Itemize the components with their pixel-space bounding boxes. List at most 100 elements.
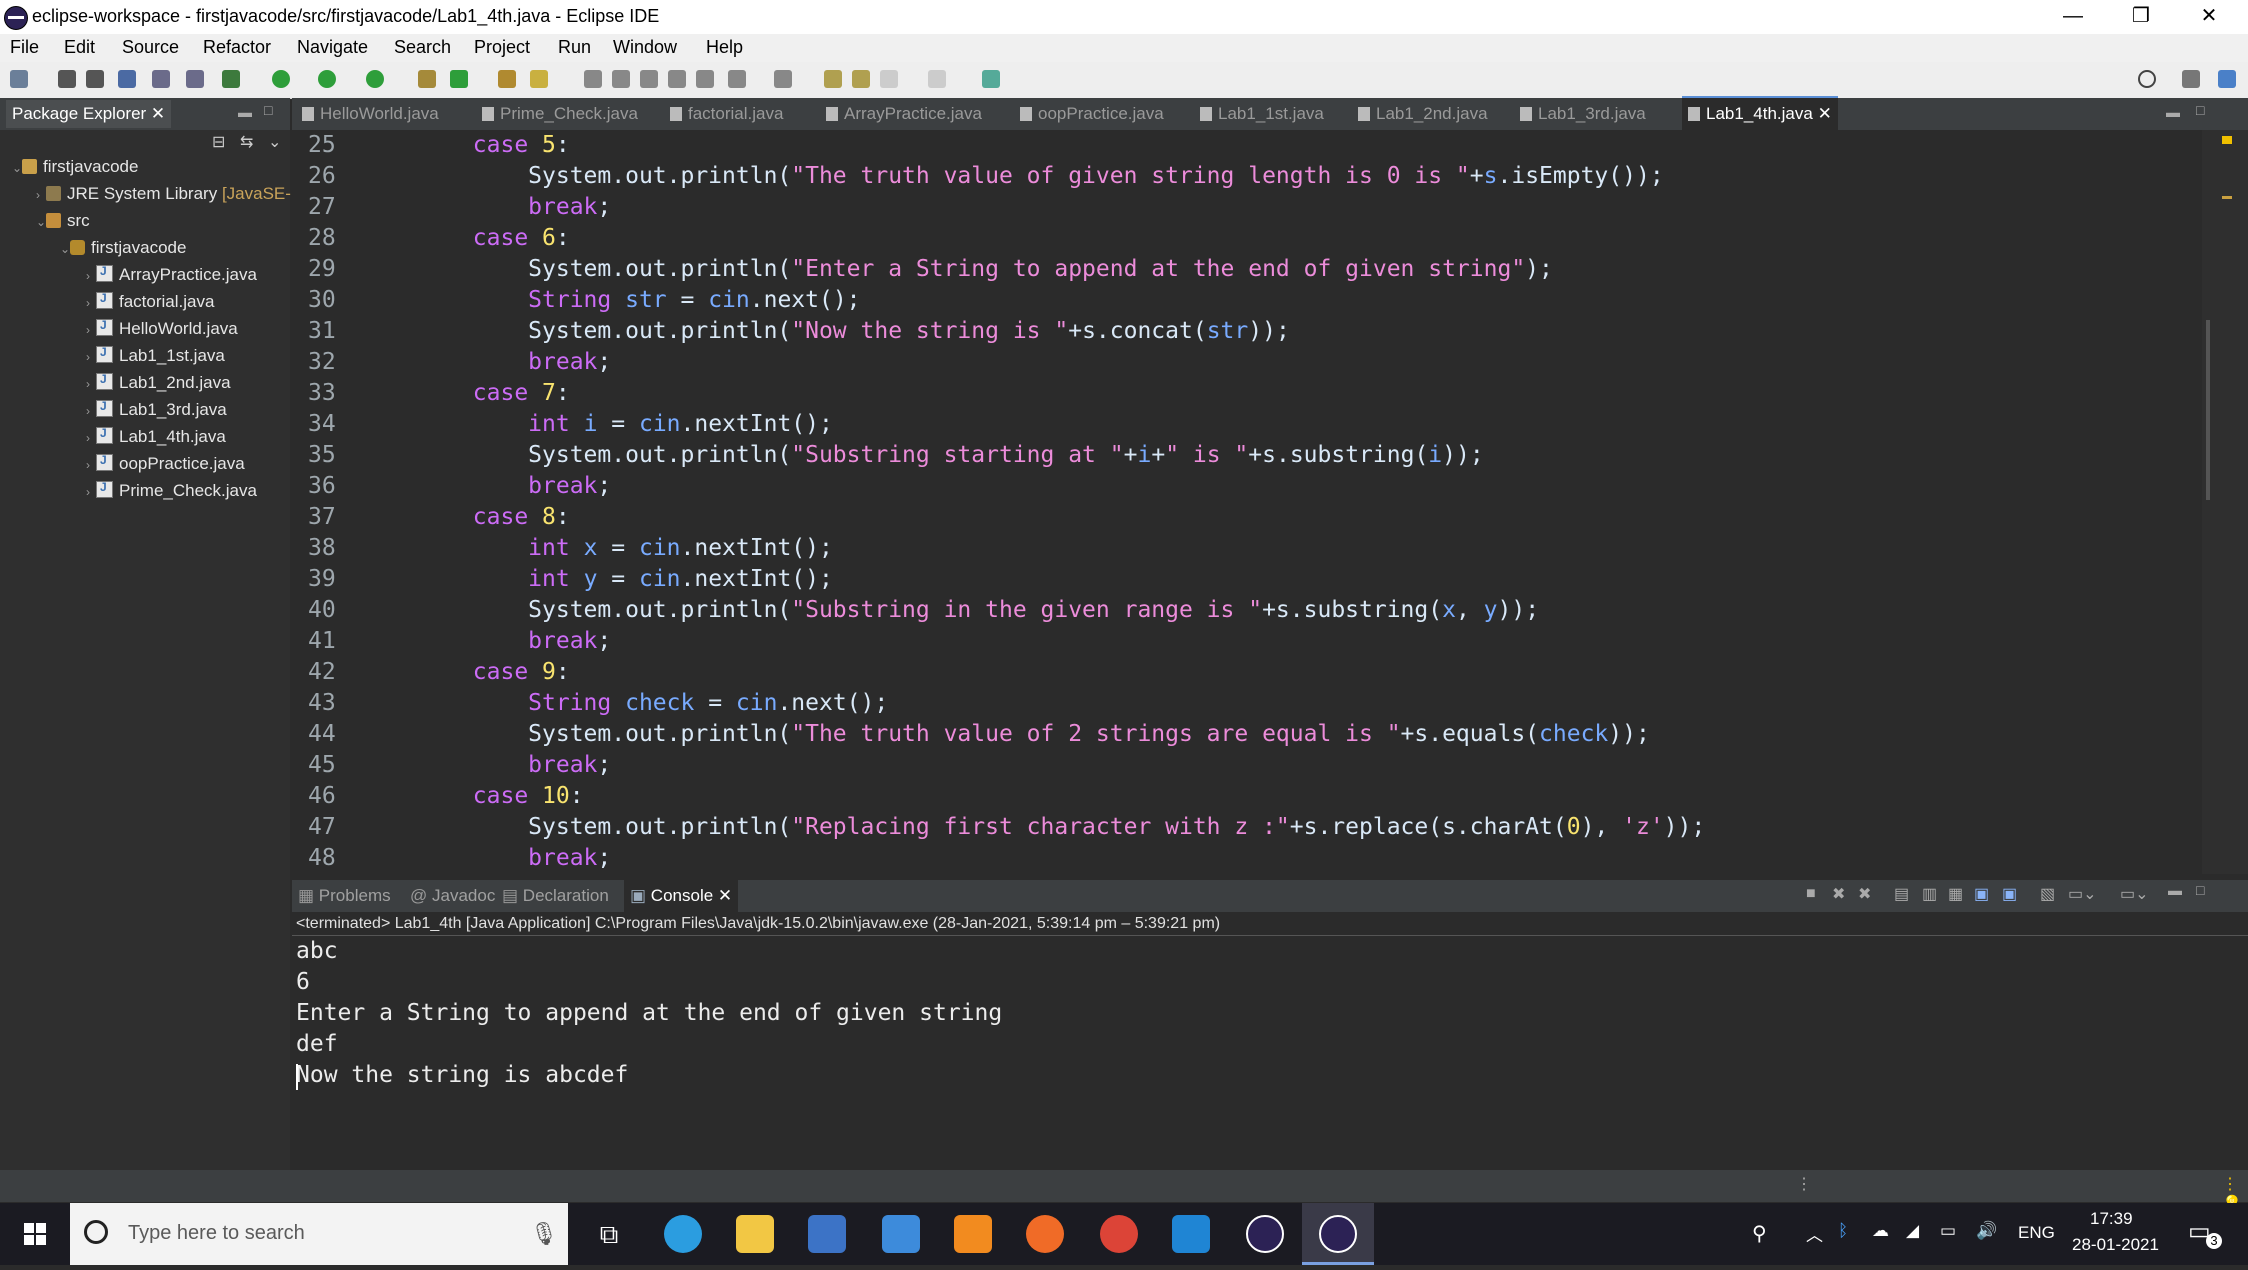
minimize-editor-icon[interactable]: ▬ — [2166, 104, 2180, 120]
tab-console[interactable]: ▣ Console ✕ — [624, 880, 739, 912]
maximize-editor-icon[interactable]: □ — [2196, 102, 2204, 118]
code-line[interactable]: break; — [362, 192, 611, 223]
code-line[interactable]: break; — [362, 471, 611, 502]
tree-item-file[interactable]: ›oopPractice.java — [86, 453, 245, 474]
tree-item-file[interactable]: ›ArrayPractice.java — [86, 264, 257, 285]
edge-icon[interactable] — [664, 1215, 702, 1253]
editor-tab[interactable]: Lab1_1st.java — [1200, 98, 1324, 130]
new-icon[interactable] — [10, 70, 28, 88]
menu-navigate[interactable]: Navigate — [297, 37, 368, 58]
menu-project[interactable]: Project — [474, 37, 530, 58]
code-line[interactable]: System.out.println("Replacing first char… — [362, 812, 1705, 843]
editor-tab[interactable]: Prime_Check.java — [482, 98, 638, 130]
code-line[interactable]: System.out.println("The truth value of 2… — [362, 719, 1650, 750]
code-line[interactable]: case 9: — [362, 657, 570, 688]
tree-item-src[interactable]: ⌄ src — [36, 211, 90, 231]
tab-problems[interactable]: ▦ Problems — [298, 880, 391, 912]
menu-source[interactable]: Source — [122, 37, 179, 58]
editor-tab[interactable]: Lab1_3rd.java — [1520, 98, 1646, 130]
code-line[interactable]: case 7: — [362, 378, 570, 409]
show-hidden-icons-icon[interactable]: ︿ — [1806, 1221, 1823, 1246]
clock-time[interactable]: 17:39 — [2090, 1209, 2133, 1229]
last-edit-icon[interactable] — [824, 70, 842, 88]
volume-icon[interactable]: 🔊 — [1976, 1221, 1997, 1241]
view-menu-icon[interactable]: ⌄ — [268, 132, 281, 152]
maximize-view-icon[interactable]: □ — [264, 102, 272, 118]
wifi-icon[interactable]: ◢ — [1906, 1221, 1919, 1241]
console-output[interactable]: abc 6 Enter a String to append at the en… — [292, 936, 2248, 1168]
start-button[interactable] — [0, 1203, 70, 1265]
search-icon[interactable] — [2138, 70, 2156, 88]
code-line[interactable]: System.out.println("Enter a String to ap… — [362, 254, 1553, 285]
code-line[interactable]: break; — [362, 626, 611, 657]
run-icon[interactable] — [272, 70, 290, 88]
debug-icon[interactable] — [222, 70, 240, 88]
code-line[interactable]: System.out.println("Substring starting a… — [362, 440, 1484, 471]
save-all-icon[interactable] — [86, 70, 104, 88]
open-type-icon[interactable] — [498, 70, 516, 88]
close-icon[interactable]: ✕ — [718, 886, 732, 905]
new-java-project-icon[interactable] — [418, 70, 436, 88]
search-tool-icon[interactable] — [530, 70, 548, 88]
code-line[interactable]: case 8: — [362, 502, 570, 533]
menu-edit[interactable]: Edit — [64, 37, 95, 58]
show-whitespace-icon[interactable] — [696, 70, 714, 88]
pin-editor-icon[interactable] — [982, 70, 1000, 88]
clock-date[interactable]: 28-01-2021 — [2072, 1235, 2159, 1255]
onedrive-icon[interactable]: ☁ — [1872, 1221, 1889, 1241]
code-line[interactable]: int i = cin.nextInt(); — [362, 409, 833, 440]
toggle-mark-icon[interactable] — [584, 70, 602, 88]
eclipse-icon[interactable] — [1246, 1215, 1284, 1253]
prev-annotation-icon[interactable] — [774, 70, 792, 88]
clear-console-icon[interactable]: ▦ — [1948, 884, 1963, 904]
eclipse-active-app[interactable] — [1302, 1203, 1374, 1265]
scrollbar-thumb[interactable] — [2206, 320, 2210, 500]
editor-tab[interactable]: oopPractice.java — [1020, 98, 1164, 130]
mail-icon[interactable] — [882, 1215, 920, 1253]
chrome-icon[interactable] — [1100, 1215, 1138, 1253]
tree-item-file[interactable]: ›Lab1_3rd.java — [86, 399, 227, 420]
toggle-block-icon[interactable] — [612, 70, 630, 88]
scroll-lock-icon[interactable]: ▤ — [1894, 884, 1909, 904]
save-icon[interactable] — [58, 70, 76, 88]
code-line[interactable]: break; — [362, 347, 611, 378]
java-perspective-icon[interactable] — [2218, 70, 2236, 88]
tree-item-file[interactable]: ›Lab1_2nd.java — [86, 372, 231, 393]
code-line[interactable]: case 10: — [362, 781, 584, 812]
skip-breakpoints-icon[interactable] — [152, 70, 170, 88]
tree-item-project[interactable]: ⌄ firstjavacode — [12, 157, 138, 177]
code-line[interactable]: String check = cin.next(); — [362, 688, 888, 719]
coverage-icon[interactable] — [318, 70, 336, 88]
menu-refactor[interactable]: Refactor — [203, 37, 271, 58]
tree-item-file[interactable]: ›factorial.java — [86, 291, 214, 312]
pin-console-icon[interactable]: ▧ — [2040, 884, 2055, 904]
whitespace-icon[interactable] — [640, 70, 658, 88]
language-indicator[interactable]: ENG — [2018, 1223, 2055, 1243]
tree-item-file[interactable]: ›Lab1_1st.java — [86, 345, 225, 366]
new-class-icon[interactable] — [450, 70, 468, 88]
battery-icon[interactable]: ▭ — [1940, 1221, 1956, 1241]
editor-scrollbar[interactable] — [2202, 130, 2216, 874]
code-line[interactable]: case 6: — [362, 223, 570, 254]
maximize-view-icon[interactable]: □ — [2196, 882, 2204, 898]
menu-run[interactable]: Run — [558, 37, 591, 58]
open-console-icon[interactable]: ▭⌄ — [2120, 884, 2149, 904]
editor-tab[interactable]: ArrayPractice.java — [826, 98, 982, 130]
menu-help[interactable]: Help — [706, 37, 743, 58]
tree-item-jre-library[interactable]: › JRE System Library [JavaSE- — [36, 184, 291, 204]
remove-all-icon[interactable]: ✖ — [1858, 884, 1871, 904]
close-icon[interactable]: ✕ — [151, 104, 165, 123]
minimize-view-icon[interactable]: ▬ — [238, 104, 252, 120]
code-editor[interactable]: 25 26 27 28 29 30 31 32 33 34 35 36 37 38 39 40 41 42 43 44… — [292, 130, 2202, 874]
build-icon[interactable] — [186, 70, 204, 88]
code-line[interactable]: int y = cin.nextInt(); — [362, 564, 833, 595]
external-tools-icon[interactable] — [366, 70, 384, 88]
remove-launch-icon[interactable]: ✖ — [1832, 884, 1845, 904]
show-stdout-icon[interactable]: ▣ — [1974, 884, 1989, 904]
bluetooth-icon[interactable]: ᛒ — [1838, 1221, 1848, 1241]
microphone-icon[interactable]: 🎙 — [530, 1221, 558, 1247]
code-line[interactable]: System.out.println("Substring in the giv… — [362, 595, 1539, 626]
editor-tab-active[interactable]: Lab1_4th.java ✕ — [1682, 96, 1838, 130]
forward-edit-icon[interactable] — [852, 70, 870, 88]
editor-tab[interactable]: Lab1_2nd.java — [1358, 98, 1488, 130]
